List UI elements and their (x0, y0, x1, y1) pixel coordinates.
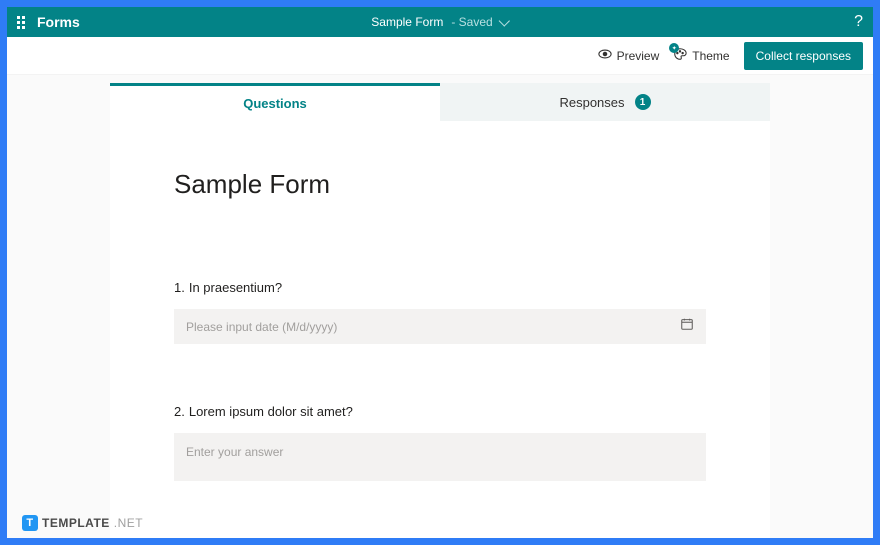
date-input[interactable]: Please input date (M/d/yyyy) (174, 309, 706, 344)
tab-responses-label: Responses (559, 95, 624, 110)
text-input[interactable]: Enter your answer (174, 433, 706, 481)
preview-label: Preview (617, 49, 660, 63)
content-area: Questions Responses 1 Sample Form 1. In … (7, 75, 873, 538)
document-title-dropdown[interactable]: Sample Form - Saved (371, 15, 508, 29)
document-title: Sample Form (371, 15, 443, 29)
tab-questions-label: Questions (243, 96, 307, 111)
form-title[interactable]: Sample Form (174, 169, 706, 200)
toolbar: Preview ✦ Theme Collect responses (7, 37, 873, 75)
question-1[interactable]: 1. In praesentium? Please input date (M/… (174, 280, 706, 344)
chevron-down-icon (499, 15, 510, 26)
form-body: Sample Form 1. In praesentium? Please in… (110, 121, 770, 538)
titlebar: Forms Sample Form - Saved ? (7, 7, 873, 37)
tab-questions[interactable]: Questions (110, 83, 440, 121)
watermark: T TEMPLATE.NET (22, 515, 143, 531)
preview-button[interactable]: Preview (598, 47, 660, 64)
question-2-label: 2. Lorem ipsum dolor sit amet? (174, 404, 706, 419)
calendar-icon[interactable] (680, 317, 694, 336)
help-button[interactable]: ? (854, 13, 863, 31)
collect-responses-button[interactable]: Collect responses (744, 42, 863, 70)
question-2[interactable]: 2. Lorem ipsum dolor sit amet? Enter you… (174, 404, 706, 481)
tabs: Questions Responses 1 (110, 83, 770, 121)
tab-responses[interactable]: Responses 1 (440, 83, 770, 121)
watermark-icon: T (22, 515, 38, 531)
date-placeholder: Please input date (M/d/yyyy) (186, 320, 680, 334)
eye-icon (598, 47, 612, 64)
theme-button[interactable]: ✦ Theme (673, 47, 729, 64)
response-count-badge: 1 (635, 94, 651, 110)
question-1-label: 1. In praesentium? (174, 280, 706, 295)
app-name[interactable]: Forms (37, 14, 80, 30)
app-launcher-icon[interactable] (17, 16, 25, 29)
theme-label: Theme (692, 49, 729, 63)
